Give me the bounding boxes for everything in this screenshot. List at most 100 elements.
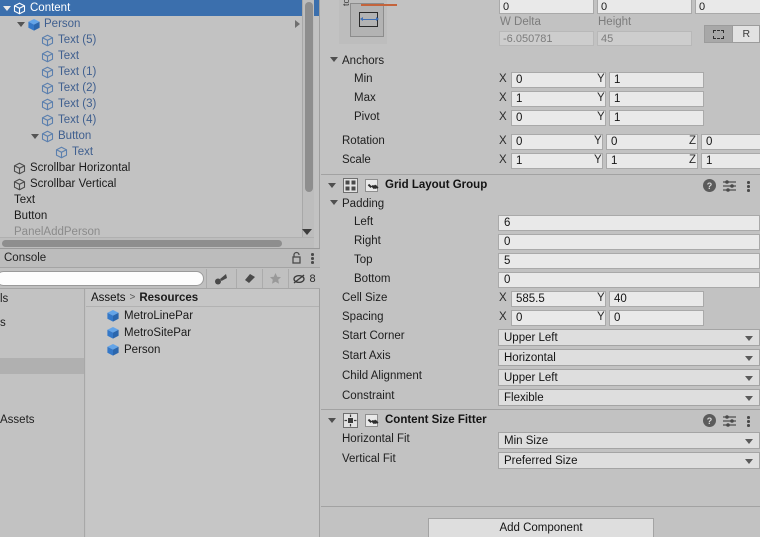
component-header-grid-layout-group[interactable]: Grid Layout Group ? (321, 174, 760, 195)
rect-pos-y-field[interactable]: 0 (597, 0, 692, 14)
numeric-field[interactable]: 1 (609, 72, 704, 88)
inspector-panel[interactable]: top 0 0 0 W Delta Height -6.050781 45 R … (321, 0, 760, 537)
asset-list[interactable]: MetroLinePar MetroSitePar Person (86, 307, 319, 358)
height-field[interactable]: 45 (597, 31, 692, 46)
expand-triangle-icon[interactable] (15, 21, 27, 27)
error-toggle-icon[interactable]: 8 (288, 269, 320, 288)
numeric-field[interactable]: 1 (511, 91, 606, 107)
numeric-field[interactable]: 1 (511, 153, 603, 169)
hierarchy-row[interactable]: Scrollbar Vertical (0, 176, 319, 192)
tab-console[interactable]: Console (0, 252, 46, 264)
numeric-field[interactable]: 0 (511, 110, 606, 126)
numeric-field[interactable]: 1 (606, 153, 698, 169)
kebab-menu-icon[interactable] (307, 251, 318, 264)
dropdown-select[interactable]: Upper Left (498, 329, 760, 346)
blueprint-mode-button[interactable] (705, 26, 733, 42)
numeric-field[interactable]: 0 (511, 134, 603, 150)
project-tree-row[interactable]: ls (0, 291, 84, 307)
asset-item[interactable]: Person (86, 341, 319, 358)
breadcrumb-current[interactable]: Resources (139, 292, 198, 304)
console-search-input[interactable] (0, 271, 204, 286)
hierarchy-row[interactable]: Text (4) (0, 112, 319, 128)
dropdown-select[interactable]: Min Size (498, 432, 760, 449)
hierarchy-vertical-scroll-thumb[interactable] (305, 2, 313, 192)
hierarchy-row[interactable]: Content (0, 0, 319, 16)
numeric-field[interactable]: 5 (498, 253, 760, 269)
project-tree-row[interactable] (0, 358, 84, 374)
numeric-field[interactable]: 0 (606, 134, 698, 150)
padding-foldout-triangle[interactable] (330, 200, 338, 205)
w-delta-field[interactable]: -6.050781 (499, 31, 594, 46)
project-panel[interactable]: ls s Assets Assets > Resources MetroLinePa… (0, 289, 320, 537)
help-icon[interactable]: ? (703, 179, 716, 192)
hierarchy-row[interactable]: Text (3) (0, 96, 319, 112)
content-size-fitter-foldout-triangle[interactable] (328, 417, 336, 423)
anchors-foldout-triangle[interactable] (330, 57, 338, 62)
rect-pos-x-field[interactable]: 0 (499, 0, 594, 14)
expand-triangle-icon[interactable] (1, 5, 13, 11)
expand-triangle-icon[interactable] (29, 133, 41, 139)
preset-icon[interactable] (723, 414, 736, 427)
hierarchy-scroll-down-arrow[interactable] (302, 229, 312, 235)
project-tree-row[interactable] (0, 337, 84, 353)
anchor-preset-widget[interactable]: top (339, 0, 397, 44)
numeric-field[interactable]: 40 (609, 291, 704, 307)
dropdown-select[interactable]: Upper Left (498, 369, 760, 386)
numeric-field[interactable]: 585.5 (511, 291, 606, 307)
numeric-field[interactable]: 6 (498, 215, 760, 231)
numeric-field[interactable]: 1 (609, 110, 704, 126)
project-tree-row[interactable]: Assets (0, 412, 84, 428)
numeric-field[interactable]: 0 (701, 134, 760, 150)
console-tab-bar[interactable]: Console (0, 248, 320, 268)
kebab-menu-icon[interactable] (743, 179, 754, 192)
hierarchy-row[interactable]: Text (5) (0, 32, 319, 48)
hierarchy-row[interactable]: Text (2) (0, 80, 319, 96)
numeric-field[interactable]: 1 (609, 91, 704, 107)
anchors-foldout-row[interactable]: Anchors (321, 52, 760, 70)
asset-item[interactable]: MetroLinePar (86, 307, 319, 324)
asset-item[interactable]: MetroSitePar (86, 324, 319, 341)
hierarchy-row[interactable]: Person (0, 16, 319, 32)
clear-on-play-icon[interactable] (206, 269, 236, 288)
add-component-button[interactable]: Add Component (428, 518, 654, 537)
open-prefab-chevron-icon[interactable] (295, 20, 300, 28)
project-tree-row[interactable] (0, 380, 84, 396)
raw-edit-mode-button[interactable]: R (732, 26, 759, 42)
kebab-menu-icon[interactable] (743, 414, 754, 427)
hierarchy-row[interactable]: Text (0, 144, 319, 160)
error-pause-icon[interactable] (236, 269, 262, 288)
numeric-field[interactable]: 0 (511, 72, 606, 88)
hierarchy-horizontal-scroll-thumb[interactable] (2, 240, 282, 247)
numeric-field[interactable]: 0 (498, 272, 760, 288)
breadcrumb-root[interactable]: Assets (91, 292, 126, 304)
grid-layout-enabled-checkbox[interactable] (365, 178, 378, 192)
numeric-field[interactable]: 1 (701, 153, 760, 169)
content-size-fitter-enabled-checkbox[interactable] (365, 413, 378, 427)
grid-layout-foldout-triangle[interactable] (328, 182, 336, 188)
hierarchy-row[interactable]: Button (0, 128, 319, 144)
dropdown-select[interactable]: Flexible (498, 389, 760, 406)
hierarchy-row[interactable]: Button (0, 208, 319, 224)
hierarchy-horizontal-scrollbar[interactable] (0, 237, 314, 248)
hierarchy-row[interactable]: Text (1) (0, 64, 319, 80)
hierarchy-panel[interactable]: Content Person Text (5) Text Text (1) Text (2… (0, 0, 320, 248)
project-tree-row[interactable]: s (0, 315, 84, 331)
numeric-field[interactable]: 0 (511, 310, 606, 326)
lock-icon[interactable] (291, 251, 302, 264)
dropdown-select[interactable]: Preferred Size (498, 452, 760, 469)
hierarchy-vertical-scrollbar[interactable] (302, 0, 314, 237)
dropdown-select[interactable]: Horizontal (498, 349, 760, 366)
hierarchy-row[interactable]: Text (0, 48, 319, 64)
help-icon[interactable]: ? (703, 414, 716, 427)
hierarchy-row[interactable]: Text (0, 192, 319, 208)
preset-icon[interactable] (723, 179, 736, 192)
project-content-area[interactable]: Assets > Resources MetroLinePar MetroSite… (86, 289, 319, 537)
padding-foldout-row[interactable]: Padding (321, 195, 760, 213)
numeric-field[interactable]: 0 (609, 310, 704, 326)
rect-pos-z-field[interactable]: 0 (695, 0, 760, 14)
component-header-content-size-fitter[interactable]: Content Size Fitter ? (321, 409, 760, 430)
hierarchy-row[interactable]: Scrollbar Horizontal (0, 160, 319, 176)
project-folder-tree[interactable]: ls s Assets (0, 289, 85, 537)
numeric-field[interactable]: 0 (498, 234, 760, 250)
favorite-star-icon[interactable] (262, 269, 288, 288)
